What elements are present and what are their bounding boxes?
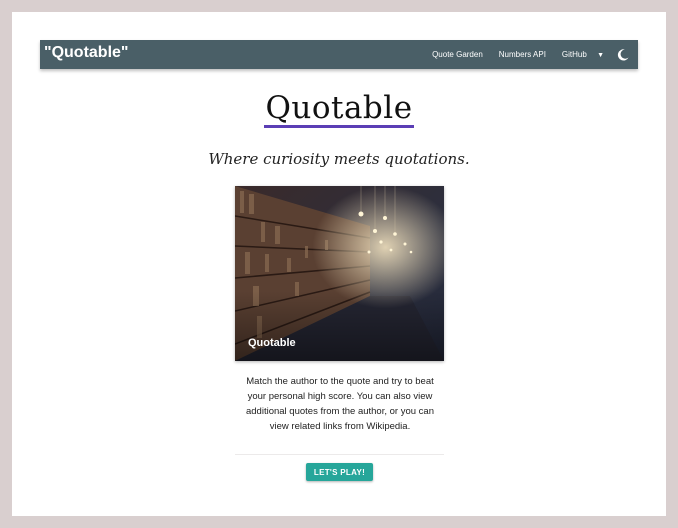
brand-logo-link[interactable]: "Quotable" — [44, 44, 129, 62]
nav-link-github-label: GitHub — [561, 50, 587, 59]
nav-dropdown-github[interactable]: GitHub ▼ — [562, 50, 604, 59]
card-description: Match the author to the quote and try to… — [245, 376, 434, 432]
nav-link-quote-garden[interactable]: Quote Garden — [432, 50, 483, 59]
nav-link-numbers-api[interactable]: Numbers API — [499, 50, 546, 59]
lets-play-button[interactable]: LET'S PLAY! — [306, 463, 373, 481]
library-image — [235, 186, 444, 361]
card-divider — [235, 454, 444, 455]
page-title: Quotable — [12, 90, 666, 128]
hero-card: Quotable — [235, 186, 444, 361]
card-title: Quotable — [248, 337, 296, 349]
page-subtitle: Where curiosity meets quotations. — [208, 150, 470, 168]
browser-viewport: "Quotable" Quote Garden Numbers API GitH… — [12, 12, 666, 516]
caret-down-icon: ▼ — [597, 52, 604, 59]
moon-icon[interactable] — [616, 48, 630, 62]
nav-links: Quote Garden Numbers API GitHub ▼ — [416, 40, 630, 69]
page-title-text: Quotable — [264, 90, 414, 128]
navbar: "Quotable" Quote Garden Numbers API GitH… — [40, 40, 638, 69]
